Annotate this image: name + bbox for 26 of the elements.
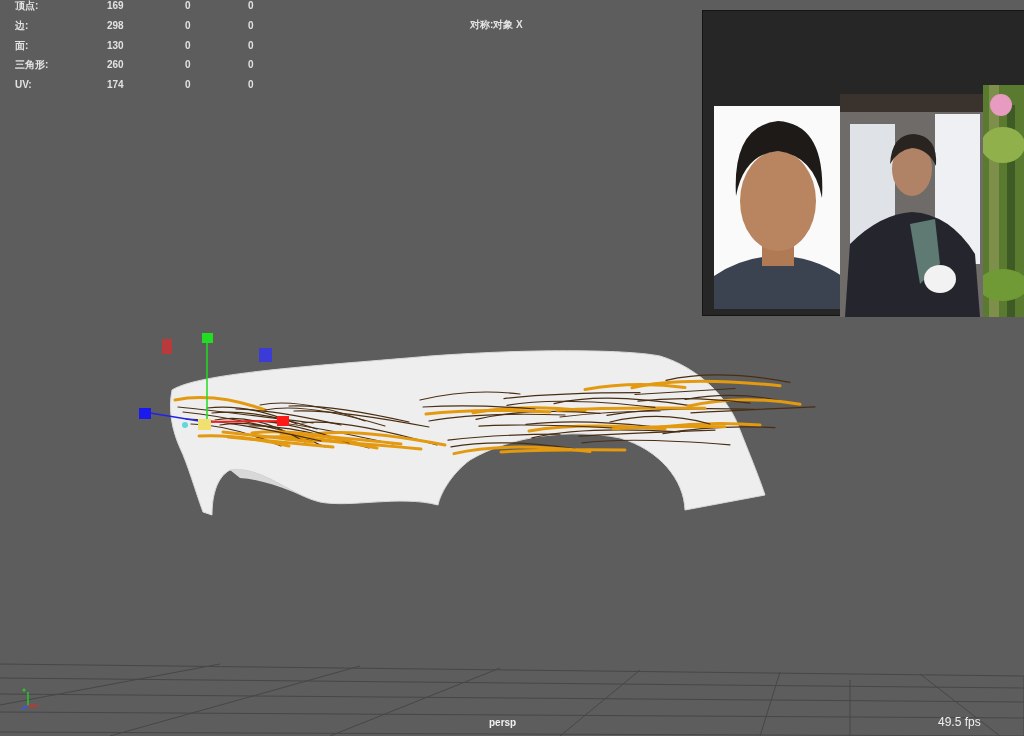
camera-label: persp	[489, 717, 517, 729]
stat-value: 298	[107, 19, 124, 32]
symmetry-label: 对称:对象 X	[470, 19, 523, 31]
stat-label: 三角形:	[15, 59, 49, 72]
stat-value: 0	[185, 0, 191, 12]
stat-value: 0	[248, 79, 254, 92]
move-manipulator-drawing[interactable]	[139, 333, 289, 430]
stat-label: 面:	[15, 39, 29, 52]
axis-icon	[21, 688, 39, 710]
stat-value: 0	[248, 59, 254, 72]
stat-value: 0	[185, 39, 191, 52]
stat-value: 174	[107, 79, 124, 92]
stat-value: 0	[248, 0, 254, 12]
stat-value: 0	[185, 59, 191, 72]
stat-value: 0	[185, 79, 191, 92]
stat-value: 0	[248, 39, 254, 52]
stat-value: 260	[107, 59, 124, 72]
stat-label: UV:	[15, 79, 32, 92]
fps-counter: 49.5 fps	[938, 715, 981, 729]
stat-label: 边:	[15, 19, 29, 32]
stat-value: 130	[107, 39, 124, 52]
eyebrow-mesh-drawing[interactable]	[169, 350, 816, 516]
stat-label: 顶点:	[15, 0, 39, 12]
stat-value: 0	[248, 19, 254, 32]
stat-value: 169	[107, 0, 124, 12]
stat-value: 0	[185, 19, 191, 32]
